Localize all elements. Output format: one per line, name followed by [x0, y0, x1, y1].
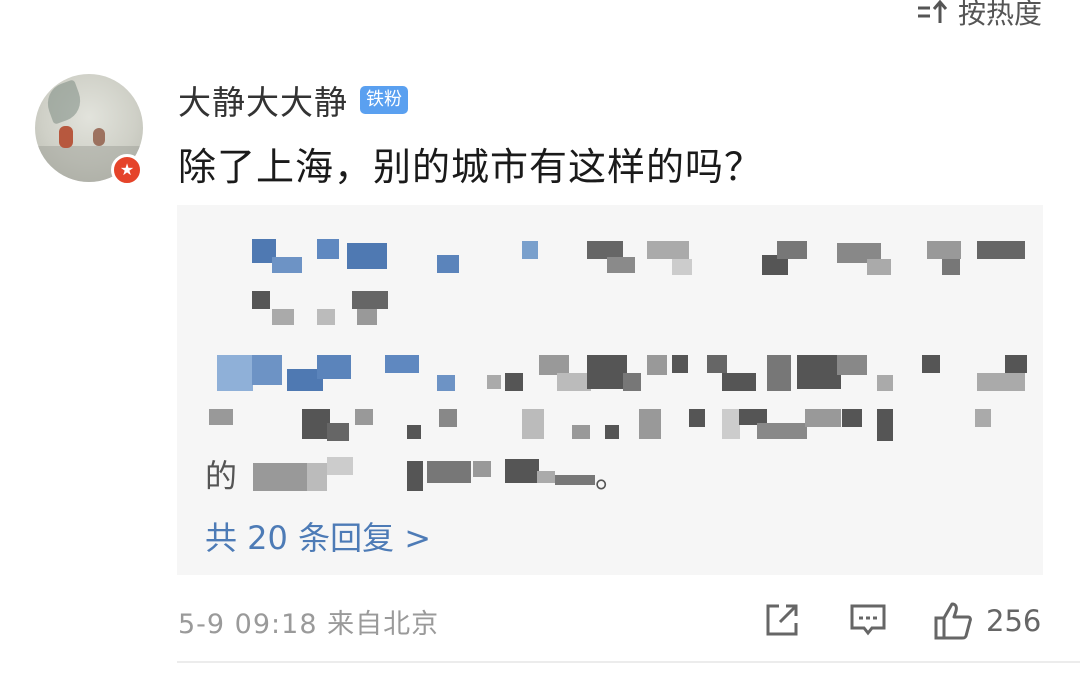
reply-prefix: 的 [205, 457, 238, 495]
comment-meta: 5-9 09:18 来自北京 [178, 609, 440, 640]
comment-button[interactable] [848, 600, 888, 640]
sort-by-hot-toggle[interactable]: 按热度 [916, 0, 1042, 32]
fan-badge: 铁粉 [360, 86, 408, 114]
share-button[interactable] [762, 600, 802, 640]
share-icon [766, 604, 798, 636]
star-badge-icon: ★ [111, 154, 143, 186]
comment-header: 大静大大静 铁粉 [178, 76, 408, 124]
like-count: 256 [986, 604, 1042, 638]
user-avatar[interactable]: ★ [35, 74, 143, 186]
sort-icon [917, 0, 948, 23]
like-button[interactable]: 256 [932, 600, 1041, 642]
view-all-replies-link[interactable]: 共 20 条回复 > [205, 513, 431, 559]
like-icon [934, 602, 972, 640]
username[interactable]: 大静大大静 [178, 76, 348, 124]
reply-preview[interactable]: 的 。 共 20 条回复 > [177, 205, 1043, 575]
comment-text: 除了上海，别的城市有这样的吗？ [178, 145, 764, 189]
sort-label: 按热度 [957, 0, 1042, 30]
reply-suffix-glyph: 。 [595, 457, 628, 495]
divider [177, 661, 1080, 663]
comment-icon [850, 604, 886, 636]
